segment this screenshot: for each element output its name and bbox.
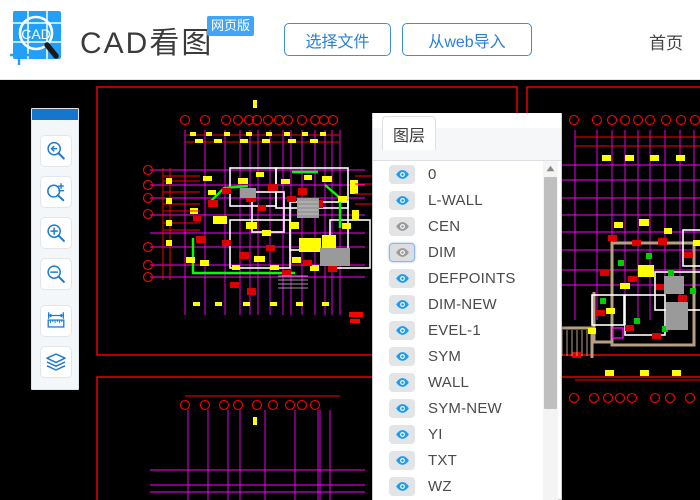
layer-name: SYM-NEW [428,399,502,417]
layer-name: DIM [428,243,457,261]
layer-row[interactable]: L-WALL [373,187,546,213]
layer-row[interactable]: WALL [373,369,546,395]
eye-visible-icon[interactable] [389,346,415,366]
layer-name: CEN [428,217,461,235]
eye-visible-icon[interactable] [389,294,415,314]
layer-name: TXT [428,451,457,469]
select-file-button[interactable]: 选择文件 [284,23,391,56]
layer-row[interactable]: DEFPOINTS [373,265,546,291]
eye-visible-icon[interactable] [389,372,415,392]
layer-name: 0 [428,165,437,183]
layers-icon [46,353,66,371]
eye-visible-icon[interactable] [389,398,415,418]
app-header: CAD CAD看图 网页版 选择文件 从web导入 首页 [0,0,700,80]
zoom-window-icon [47,183,65,202]
left-toolbar [31,108,79,390]
nav-home-link[interactable]: 首页 [649,29,683,54]
eye-hidden-icon[interactable] [389,242,415,262]
eye-visible-icon[interactable] [389,190,415,210]
eye-visible-icon[interactable] [389,476,415,496]
zoom-in-icon-button[interactable] [40,217,72,249]
layer-name: L-WALL [428,191,483,209]
toolbar-header-bar [32,109,78,120]
layers-icon-button[interactable] [40,346,72,378]
layer-name: EVEL-1 [428,321,481,339]
logo-text: CAD [21,26,51,42]
layer-name: WZ [428,477,452,495]
layer-row[interactable]: EVEL-1 [373,317,546,343]
cad-canvas[interactable] [0,80,700,500]
web-import-button[interactable]: 从web导入 [402,23,532,56]
layer-row[interactable]: TXT [373,447,546,473]
layer-name: YI [428,425,443,443]
layer-row[interactable]: WZ [373,473,546,499]
web-version-badge: 网页版 [207,16,255,36]
page-title: CAD看图 [80,27,214,60]
eye-visible-icon[interactable] [389,424,415,444]
tab-layers[interactable]: 图层 [382,116,437,150]
layer-row[interactable]: CEN [373,213,546,239]
scroll-up-arrow-icon[interactable] [543,161,558,176]
layer-row[interactable]: SYM-NEW [373,395,546,421]
zoom-fit-icon-button[interactable] [40,135,72,167]
cad-magnifier-logo-icon: CAD [9,9,67,67]
zoom-out-icon [47,265,65,283]
layers-panel: 图层 0 L-WALL CEN DIM DEFPOINTS DIM-NEW EVEL-1 SY… [372,113,562,500]
eye-visible-icon[interactable] [389,164,415,184]
eye-visible-icon[interactable] [389,320,415,340]
layer-name: DEFPOINTS [428,269,516,287]
layer-name: SYM [428,347,462,365]
layer-row[interactable]: DIM [373,239,546,265]
measure-icon-button[interactable] [40,305,72,337]
eye-visible-icon[interactable] [389,450,415,470]
eye-hidden-icon[interactable] [389,216,415,236]
eye-visible-icon[interactable] [389,268,415,288]
layer-row[interactable]: DIM-NEW [373,291,546,317]
layer-row[interactable]: YI [373,421,546,447]
layer-name: DIM-NEW [428,295,497,313]
layers-scrollbar[interactable] [543,161,558,500]
layer-row[interactable]: SYM [373,343,546,369]
zoom-window-icon-button[interactable] [40,176,72,208]
zoom-out-icon-button[interactable] [40,258,72,290]
layers-list[interactable]: 0 L-WALL CEN DIM DEFPOINTS DIM-NEW EVEL-1 SYM WA… [373,161,546,500]
layer-row[interactable]: 0 [373,161,546,187]
measure-icon [47,312,65,328]
zoom-in-icon [47,224,65,242]
zoom-fit-icon [47,141,65,160]
layer-name: WALL [428,373,470,391]
scrollbar-thumb[interactable] [544,177,557,409]
cad-drawing [0,80,700,500]
